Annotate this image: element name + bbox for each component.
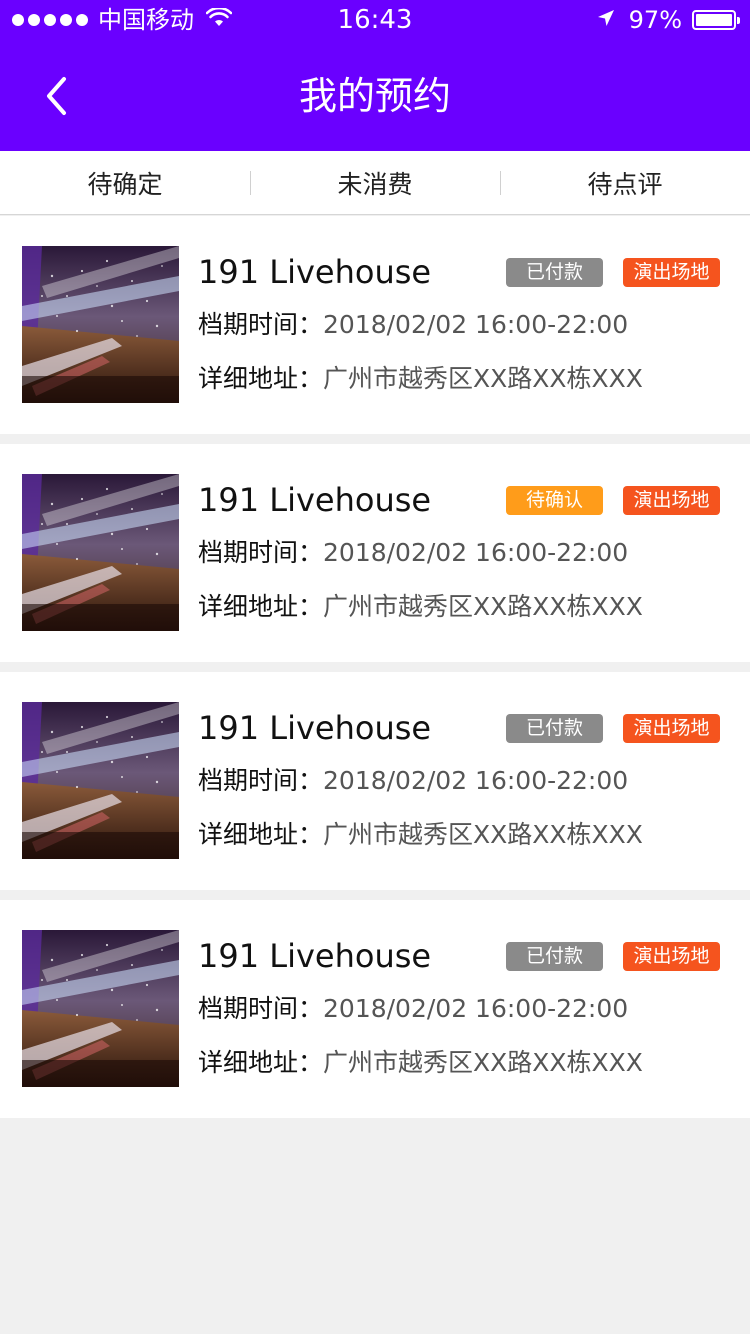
schedule-row: 档期时间：2018/02/02 16:00-22:00 [198,309,628,341]
venue-name: 191 Livehouse [198,481,432,519]
venue-name: 191 Livehouse [198,709,432,747]
status-bar-right: 97% [597,6,740,34]
schedule-value: 2018/02/02 16:00-22:00 [323,310,629,339]
battery-icon [692,10,740,30]
nav-bar: 我的预约 [0,40,750,151]
venue-thumbnail [22,702,179,859]
venue-thumbnail [22,246,179,403]
schedule-row: 档期时间：2018/02/02 16:00-22:00 [198,765,628,797]
schedule-value: 2018/02/02 16:00-22:00 [323,994,629,1023]
schedule-label: 档期时间： [198,766,324,795]
venue-thumbnail [22,930,179,1087]
address-row: 详细地址：广州市越秀区XX路XX栋XXX [198,591,643,623]
venue-name: 191 Livehouse [198,937,432,975]
schedule-value: 2018/02/02 16:00-22:00 [323,538,629,567]
address-label: 详细地址： [198,1048,324,1077]
reservation-list: 191 Livehouse 已付款 演出场地 档期时间：2018/02/02 1… [0,216,750,1128]
venue-type-badge: 演出场地 [623,942,720,971]
venue-type-badge: 演出场地 [623,714,720,743]
venue-type-badge: 演出场地 [623,486,720,515]
tab-pending-review[interactable]: 待点评 [500,151,750,214]
tab-pending-confirm[interactable]: 待确定 [0,151,250,214]
address-value: 广州市越秀区XX路XX栋XXX [323,820,643,849]
address-row: 详细地址：广州市越秀区XX路XX栋XXX [198,1047,643,1079]
battery-percentage: 97% [628,6,682,34]
status-badge: 已付款 [506,714,603,743]
address-row: 详细地址：广州市越秀区XX路XX栋XXX [198,819,643,851]
address-row: 详细地址：广州市越秀区XX路XX栋XXX [198,363,643,395]
schedule-row: 档期时间：2018/02/02 16:00-22:00 [198,537,628,569]
app-header: 中国移动 16:43 97% 我的预约 [0,0,750,151]
tab-bar: 待确定 未消费 待点评 [0,151,750,215]
address-label: 详细地址： [198,364,324,393]
schedule-label: 档期时间： [198,994,324,1023]
schedule-label: 档期时间： [198,538,324,567]
reservation-card[interactable]: 191 Livehouse 已付款 演出场地 档期时间：2018/02/02 1… [0,672,750,890]
address-label: 详细地址： [198,820,324,849]
reservation-card[interactable]: 191 Livehouse 待确认 演出场地 档期时间：2018/02/02 1… [0,444,750,662]
venue-type-badge: 演出场地 [623,258,720,287]
status-badge: 已付款 [506,258,603,287]
status-bar: 中国移动 16:43 97% [0,0,750,40]
schedule-label: 档期时间： [198,310,324,339]
reservation-card[interactable]: 191 Livehouse 已付款 演出场地 档期时间：2018/02/02 1… [0,216,750,434]
address-value: 广州市越秀区XX路XX栋XXX [323,1048,643,1077]
reservation-card[interactable]: 191 Livehouse 已付款 演出场地 档期时间：2018/02/02 1… [0,900,750,1118]
address-value: 广州市越秀区XX路XX栋XXX [323,364,643,393]
status-badge: 待确认 [506,486,603,515]
tab-unconsumed[interactable]: 未消费 [250,151,500,214]
venue-thumbnail [22,474,179,631]
venue-name: 191 Livehouse [198,253,432,291]
page-title: 我的预约 [298,74,451,118]
schedule-row: 档期时间：2018/02/02 16:00-22:00 [198,993,628,1025]
location-arrow-icon [597,9,615,31]
schedule-value: 2018/02/02 16:00-22:00 [323,766,629,795]
address-label: 详细地址： [198,592,324,621]
address-value: 广州市越秀区XX路XX栋XXX [323,592,643,621]
status-badge: 已付款 [506,942,603,971]
